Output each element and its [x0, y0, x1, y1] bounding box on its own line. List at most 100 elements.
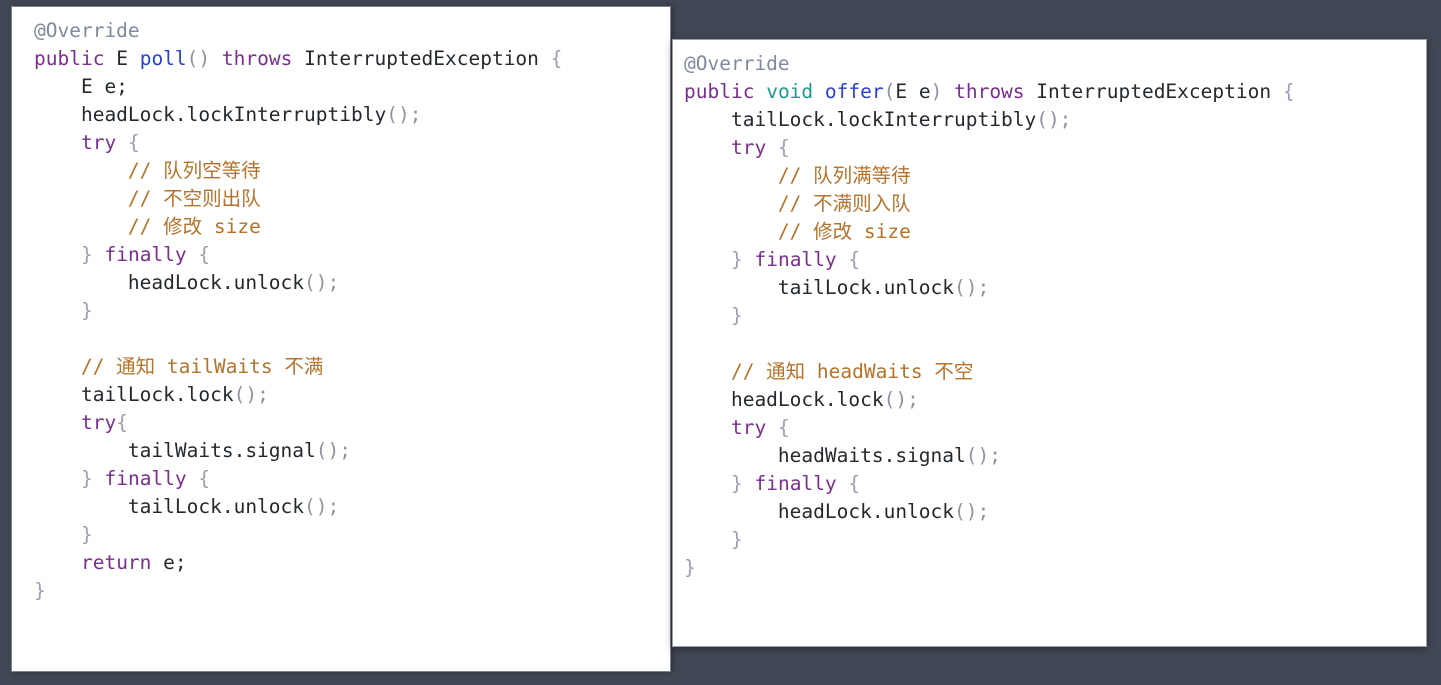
code-token-plain: tailLock.unlock	[684, 276, 955, 299]
code-token-keyword: try	[730, 136, 767, 159]
code-token-brace: {	[127, 131, 140, 154]
code-token-keyword: try	[730, 416, 767, 439]
code-token-keyword: finally	[754, 472, 837, 495]
code-line: }	[12, 521, 670, 549]
code-token-brace: }	[80, 243, 93, 266]
code-line: }	[673, 302, 1426, 330]
code-line: headLock.lockInterruptibly();	[12, 101, 670, 129]
code-line: E e;	[12, 73, 670, 101]
code-line: // 修改 size	[673, 218, 1426, 246]
code-token-plain: E e	[895, 80, 931, 103]
code-token-brace: {	[848, 472, 861, 495]
code-token-brace: {	[848, 248, 861, 271]
code-line: } finally {	[673, 246, 1426, 274]
code-line: // 不满则入队	[673, 190, 1426, 218]
code-token-keyword: finally	[104, 467, 187, 490]
code-line: try {	[673, 414, 1426, 442]
code-content-offer[interactable]: @Override public void offer(E e) throws I…	[673, 40, 1426, 592]
code-line: tailLock.unlock();	[673, 274, 1426, 302]
code-token-brace: }	[80, 523, 93, 546]
code-token-brace: {	[777, 416, 790, 439]
code-line: }	[673, 554, 1426, 582]
code-line: try{	[12, 409, 670, 437]
code-content-poll[interactable]: @Override public E poll() throws Interrup…	[12, 7, 670, 615]
code-token-brace: {	[1282, 80, 1295, 103]
code-token-brace: }	[730, 304, 743, 327]
code-line: headLock.unlock();	[673, 498, 1426, 526]
code-token-brace: }	[34, 579, 46, 602]
code-token-punct: ();	[1036, 108, 1072, 131]
code-token-comment: // 队列空等待	[34, 159, 261, 182]
code-token-plain: E e;	[34, 75, 128, 98]
code-line: headLock.lock();	[673, 386, 1426, 414]
code-line: tailLock.lockInterruptibly();	[673, 106, 1426, 134]
code-token-plain: E	[116, 47, 128, 70]
code-token-plain: tailLock.lock	[34, 383, 234, 406]
code-token-annotation: @Override	[34, 19, 140, 42]
code-token-punct: (	[883, 80, 896, 103]
code-token-punct: ();	[965, 444, 1001, 467]
code-token-punct: ();	[954, 276, 990, 299]
code-line: // 队列满等待	[673, 162, 1426, 190]
code-line: // 队列空等待	[12, 157, 670, 185]
code-token-method: poll	[139, 47, 187, 70]
code-token-plain: headLock.unlock	[684, 500, 955, 523]
code-token-plain: tailLock.unlock	[34, 495, 305, 518]
code-line: @Override	[673, 50, 1426, 78]
code-token-plain: tailWaits.signal	[34, 439, 316, 462]
code-token-punct: ();	[304, 495, 340, 518]
code-token-plain: InterruptedException	[304, 47, 539, 70]
code-token-punct: ();	[304, 271, 340, 294]
code-token-brace: {	[777, 136, 790, 159]
code-token-brace: }	[684, 556, 696, 579]
code-token-brace: }	[80, 299, 93, 322]
code-token-annotation: @Override	[684, 52, 790, 75]
code-token-punct: ();	[315, 439, 351, 462]
code-token-plain: InterruptedException	[1036, 80, 1272, 103]
code-panel-offer[interactable]: @Override public void offer(E e) throws I…	[672, 39, 1427, 647]
code-line: tailLock.lock();	[12, 381, 670, 409]
code-token-plain: headWaits.signal	[684, 444, 966, 467]
code-token-comment: // 不空则出队	[34, 187, 261, 210]
code-token-brace: }	[730, 472, 743, 495]
code-token-punct: ();	[954, 500, 990, 523]
code-token-brace: {	[198, 243, 211, 266]
code-token-keyword: throws	[221, 47, 293, 70]
code-token-keyword: finally	[104, 243, 187, 266]
code-line: public E poll() throws InterruptedExcept…	[12, 45, 670, 73]
code-line: } finally {	[673, 470, 1426, 498]
code-panel-poll[interactable]: @Override public E poll() throws Interrup…	[11, 6, 671, 672]
code-token-keyword: public	[34, 47, 105, 70]
code-token-brace: }	[730, 528, 743, 551]
code-line: headWaits.signal();	[673, 442, 1426, 470]
code-token-comment: // 通知 tailWaits 不满	[34, 355, 324, 378]
code-token-punct: ();	[883, 388, 919, 411]
code-token-brace: {	[198, 467, 211, 490]
code-token-comment: // 修改 size	[34, 215, 261, 238]
code-token-keyword: try	[80, 411, 117, 434]
code-token-comment: // 队列满等待	[684, 164, 911, 187]
code-line: // 通知 tailWaits 不满	[12, 353, 670, 381]
